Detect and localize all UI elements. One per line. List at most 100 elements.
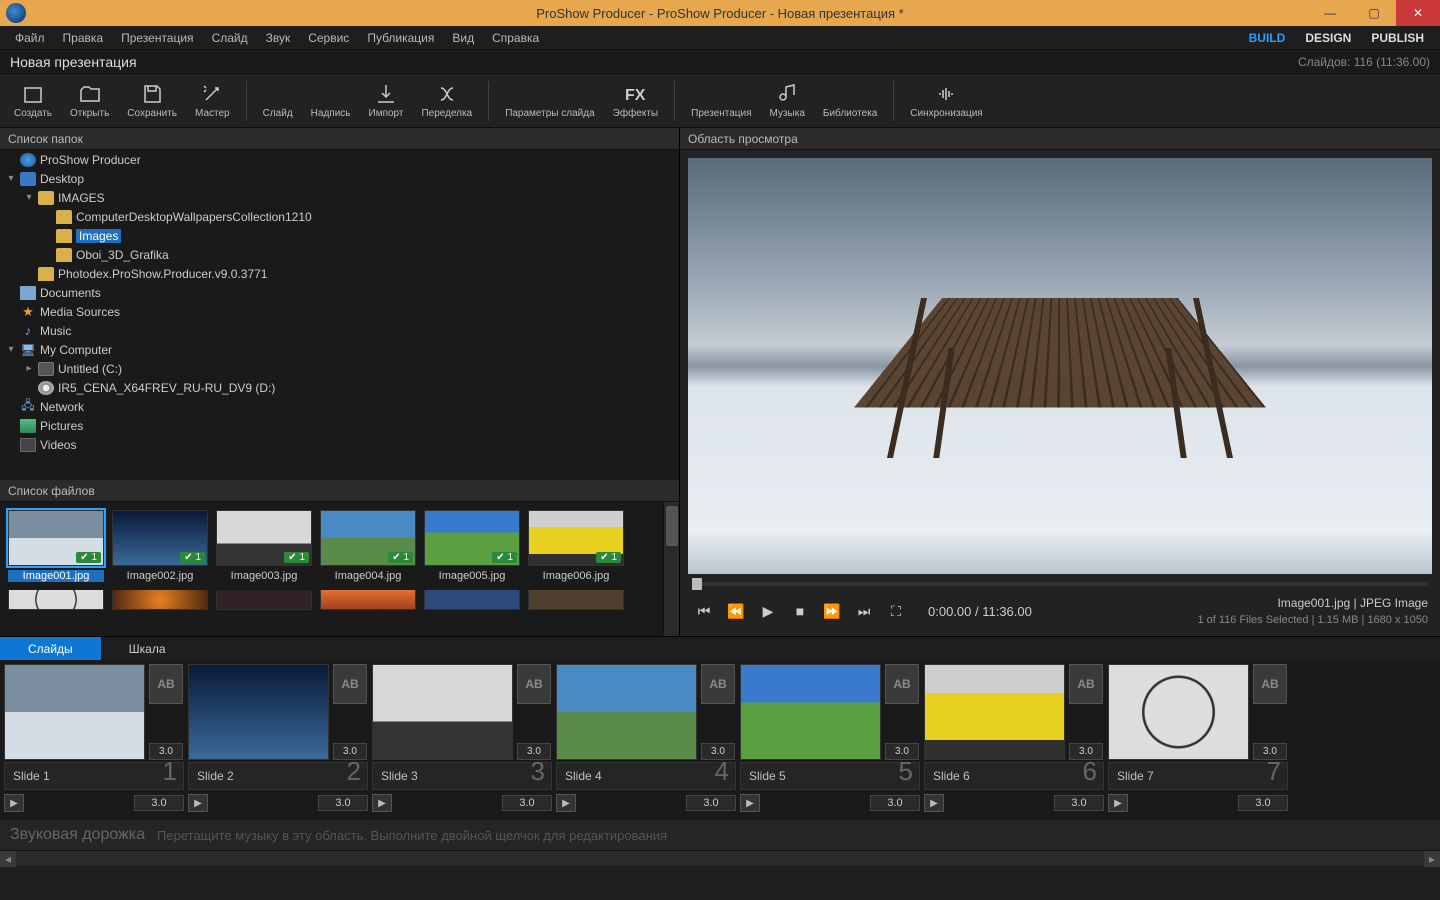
transition-button[interactable]: AB: [149, 664, 183, 704]
tree-item[interactable]: ComputerDesktopWallpapersCollection1210: [0, 207, 679, 226]
file-thumbnail[interactable]: ✔ 1Image003.jpg: [216, 510, 312, 582]
file-thumbnail[interactable]: [528, 590, 624, 610]
rewind-button[interactable]: ⏪: [724, 599, 748, 623]
tree-item[interactable]: Images: [0, 226, 679, 245]
tree-item[interactable]: ▾IMAGES: [0, 188, 679, 207]
expand-icon[interactable]: ▾: [24, 192, 34, 203]
slide-duration[interactable]: 3.0: [1238, 795, 1288, 811]
slide-thumbnail[interactable]: [1108, 664, 1249, 760]
play-button[interactable]: ▶: [756, 599, 780, 623]
toolbar-show-button[interactable]: Презентация: [683, 80, 759, 121]
folder-tree[interactable]: ProShow Producer▾Desktop▾IMAGESComputerD…: [0, 150, 679, 480]
slide-thumbnail[interactable]: [4, 664, 145, 760]
timeline-scrollbar[interactable]: ◂ ▸: [0, 850, 1440, 866]
toolbar-save-button[interactable]: Сохранить: [119, 80, 185, 121]
toolbar-library-button[interactable]: Библиотека: [815, 80, 885, 121]
transition-button[interactable]: AB: [333, 664, 367, 704]
file-thumbnail[interactable]: ✔ 1Image001.jpg: [8, 510, 104, 582]
slide-duration[interactable]: 3.0: [686, 795, 736, 811]
file-list[interactable]: ✔ 1Image001.jpg✔ 1Image002.jpg✔ 1Image00…: [0, 502, 679, 636]
timeline-slide[interactable]: AB3.0Slide 55▶3.0: [740, 664, 920, 820]
first-button[interactable]: ⏮: [692, 599, 716, 623]
toolbar-sync-button[interactable]: Синхронизация: [902, 80, 990, 121]
transition-button[interactable]: AB: [1069, 664, 1103, 704]
timeline[interactable]: AB3.0Slide 11▶3.0AB3.0Slide 22▶3.0AB3.0S…: [0, 660, 1440, 820]
fullscreen-button[interactable]: ⛶: [884, 599, 908, 623]
slide-thumbnail[interactable]: [740, 664, 881, 760]
tree-item[interactable]: IR5_CENA_X64FREV_RU-RU_DV9 (D:): [0, 378, 679, 397]
last-button[interactable]: ⏭: [852, 599, 876, 623]
slide-play-button[interactable]: ▶: [1108, 794, 1128, 812]
file-thumbnail[interactable]: [112, 590, 208, 610]
expand-icon[interactable]: ▾: [6, 344, 16, 355]
slide-play-button[interactable]: ▶: [372, 794, 392, 812]
file-scrollbar[interactable]: [663, 502, 679, 636]
toolbar-new-button[interactable]: Создать: [6, 80, 60, 121]
seek-bar[interactable]: [692, 582, 1428, 586]
menu-слайд[interactable]: Слайд: [203, 26, 257, 49]
toolbar-text-button[interactable]: Надпись: [303, 80, 359, 121]
timeline-slide[interactable]: AB3.0Slide 77▶3.0: [1108, 664, 1288, 820]
timeline-tab-Слайды[interactable]: Слайды: [0, 637, 101, 660]
mode-publish[interactable]: PUBLISH: [1361, 26, 1434, 49]
toolbar-music-button[interactable]: Музыка: [762, 80, 813, 121]
tree-item[interactable]: ▾🖥My Computer: [0, 340, 679, 359]
scroll-right-button[interactable]: ▸: [1424, 851, 1440, 867]
slide-thumbnail[interactable]: [556, 664, 697, 760]
scroll-left-button[interactable]: ◂: [0, 851, 16, 867]
slide-duration[interactable]: 3.0: [502, 795, 552, 811]
tree-item[interactable]: Videos: [0, 435, 679, 454]
preview-viewport[interactable]: [688, 158, 1432, 574]
transition-button[interactable]: AB: [885, 664, 919, 704]
tree-item[interactable]: ProShow Producer: [0, 150, 679, 169]
menu-вид[interactable]: Вид: [443, 26, 483, 49]
toolbar-import-button[interactable]: Импорт: [361, 80, 412, 121]
toolbar-open-button[interactable]: Открыть: [62, 80, 117, 121]
menu-сервис[interactable]: Сервис: [299, 26, 358, 49]
tree-item[interactable]: ▸Untitled (C:): [0, 359, 679, 378]
slide-play-button[interactable]: ▶: [740, 794, 760, 812]
audio-track[interactable]: Звуковая дорожка Перетащите музыку в эту…: [0, 820, 1440, 850]
transition-button[interactable]: AB: [517, 664, 551, 704]
slide-thumbnail[interactable]: [188, 664, 329, 760]
timeline-slide[interactable]: AB3.0Slide 66▶3.0: [924, 664, 1104, 820]
tree-item[interactable]: 🖧Network: [0, 397, 679, 416]
menu-звук[interactable]: Звук: [257, 26, 300, 49]
toolbar-wizard-button[interactable]: Мастер: [187, 80, 238, 121]
timeline-slide[interactable]: AB3.0Slide 22▶3.0: [188, 664, 368, 820]
menu-файл[interactable]: Файл: [6, 26, 54, 49]
tree-item[interactable]: Pictures: [0, 416, 679, 435]
file-thumbnail[interactable]: ✔ 1Image006.jpg: [528, 510, 624, 582]
menu-правка[interactable]: Правка: [54, 26, 113, 49]
slide-duration[interactable]: 3.0: [134, 795, 184, 811]
toolbar-remix-button[interactable]: Переделка: [413, 80, 480, 121]
toolbar-fx-button[interactable]: FXЭффекты: [605, 80, 666, 121]
minimize-button[interactable]: —: [1308, 0, 1352, 26]
slide-thumbnail[interactable]: [924, 664, 1065, 760]
file-thumbnail[interactable]: [8, 590, 104, 610]
tree-item[interactable]: ▾Desktop: [0, 169, 679, 188]
slide-play-button[interactable]: ▶: [924, 794, 944, 812]
tree-item[interactable]: ★Media Sources: [0, 302, 679, 321]
close-button[interactable]: ✕: [1396, 0, 1440, 26]
slide-duration[interactable]: 3.0: [1054, 795, 1104, 811]
slide-play-button[interactable]: ▶: [4, 794, 24, 812]
expand-icon[interactable]: ▾: [6, 173, 16, 184]
file-thumbnail[interactable]: [424, 590, 520, 610]
menu-презентация[interactable]: Презентация: [112, 26, 203, 49]
slide-play-button[interactable]: ▶: [556, 794, 576, 812]
timeline-slide[interactable]: AB3.0Slide 33▶3.0: [372, 664, 552, 820]
file-thumbnail[interactable]: [320, 590, 416, 610]
timeline-slide[interactable]: AB3.0Slide 11▶3.0: [4, 664, 184, 820]
slide-play-button[interactable]: ▶: [188, 794, 208, 812]
slide-duration[interactable]: 3.0: [870, 795, 920, 811]
slide-thumbnail[interactable]: [372, 664, 513, 760]
maximize-button[interactable]: ▢: [1352, 0, 1396, 26]
file-thumbnail[interactable]: ✔ 1Image004.jpg: [320, 510, 416, 582]
menu-справка[interactable]: Справка: [483, 26, 548, 49]
stop-button[interactable]: ■: [788, 599, 812, 623]
tree-item[interactable]: Photodex.ProShow.Producer.v9.0.3771: [0, 264, 679, 283]
timeline-tab-Шкала[interactable]: Шкала: [101, 637, 194, 660]
timeline-slide[interactable]: AB3.0Slide 44▶3.0: [556, 664, 736, 820]
menu-публикация[interactable]: Публикация: [358, 26, 443, 49]
